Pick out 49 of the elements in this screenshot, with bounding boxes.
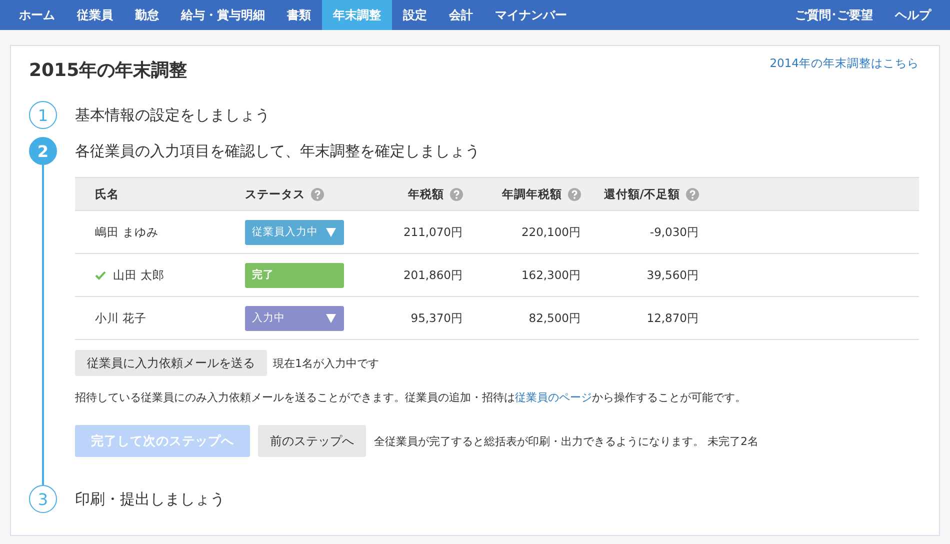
previous-year-link[interactable]: 2014年の年末調整はこちら	[770, 56, 919, 71]
step-number: 3	[29, 485, 57, 513]
nav-link[interactable]: ご質問･ご要望	[784, 0, 884, 30]
table-cell-text: 162,300円	[520, 268, 581, 282]
page-title: 2015年の年末調整	[29, 59, 188, 82]
nav-tab[interactable]: 書類	[276, 0, 322, 30]
employee-name: 嶋田 まゆみ	[95, 224, 159, 240]
caret-icon	[326, 314, 336, 322]
nav-tab[interactable]: マイナンバー	[484, 0, 578, 30]
table-cell-text: 12,870円	[646, 310, 699, 326]
send-request-button[interactable]: 従業員に入力依頼メールを送る	[75, 350, 267, 376]
previous-step-button[interactable]: 前のステップへ	[258, 425, 366, 457]
table-cell-text: 82,500円	[528, 310, 581, 326]
column-header: 還付額/不足額	[604, 186, 680, 202]
table-cell-text: 95,370円	[410, 310, 463, 326]
step-title: 各従業員の入力項目を確認して、年末調整を確定しましょう	[75, 142, 480, 160]
info-text: 招待している従業員にのみ入力依頼メールを送ることができます。従業員の追加・招待は従業員のページから操作することが可能です。	[75, 390, 747, 405]
table-cell-text: -9,030円	[648, 224, 699, 240]
nav-tab[interactable]: 給与・賞与明細	[170, 0, 276, 30]
nav-tab[interactable]: 従業員	[66, 0, 124, 30]
table-cell-text: 201,860円	[402, 268, 463, 282]
employee-page-link[interactable]: 従業員のページ	[515, 391, 592, 404]
employee-name: 山田 太郎	[113, 268, 165, 282]
nav-tab[interactable]: 設定	[392, 0, 438, 30]
help-icon[interactable]	[686, 188, 699, 200]
column-header: 年調年税額	[502, 186, 562, 202]
step-title: 基本情報の設定をしましょう	[75, 106, 270, 124]
nav-tab[interactable]: 会計	[438, 0, 484, 30]
input-status-text: 現在1名が入力中です	[273, 356, 379, 370]
status-badge: 完了	[245, 262, 344, 288]
step-title: 印刷・提出しましょう	[75, 490, 225, 508]
nav-tab[interactable]: 勤怠	[124, 0, 170, 30]
table-cell-text: 39,560円	[646, 268, 699, 282]
employee-name: 小川 花子	[95, 310, 147, 326]
table-cell-text: 211,070円	[402, 224, 463, 240]
completion-message: 全従業員が完了すると総括表が印刷・出力できるようになります。 未完了2名	[374, 434, 758, 448]
column-header: ステータス	[245, 186, 305, 202]
help-icon[interactable]	[568, 188, 581, 200]
status-dropdown[interactable]: 入力中	[245, 306, 344, 330]
column-header: 氏名	[95, 186, 119, 202]
caret-icon	[326, 228, 336, 236]
step-number: 2	[29, 137, 57, 165]
nav-tab[interactable]: ホーム	[8, 0, 66, 30]
step-number: 1	[29, 101, 57, 129]
table-cell-text: 220,100円	[520, 224, 581, 240]
help-icon[interactable]	[311, 188, 324, 200]
help-icon[interactable]	[450, 188, 463, 200]
nav-link[interactable]: ヘルプ	[884, 0, 942, 30]
column-header: 年税額	[408, 186, 444, 202]
